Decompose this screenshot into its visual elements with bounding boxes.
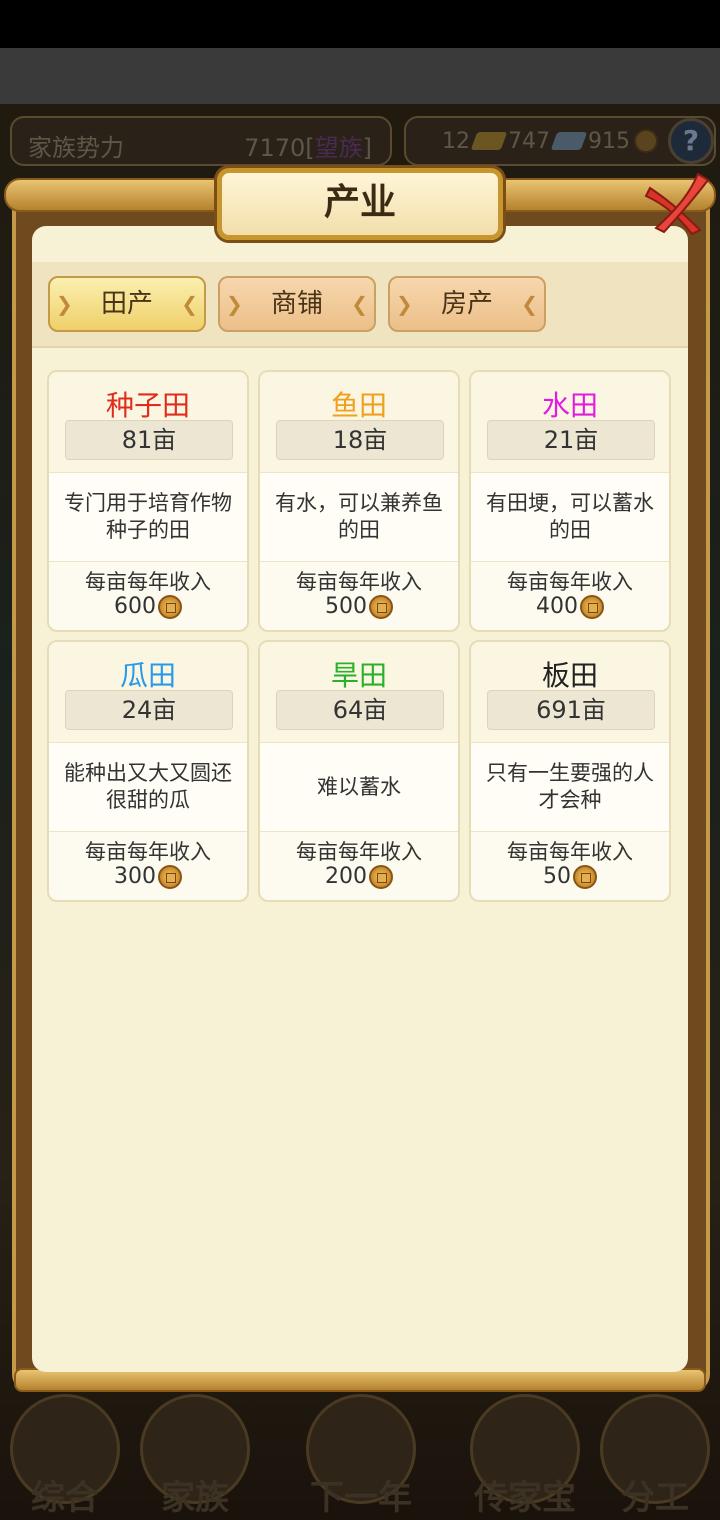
coin-icon bbox=[158, 594, 182, 619]
income-value: 500 bbox=[325, 594, 367, 619]
income-label: 每亩每年收入 bbox=[296, 840, 422, 864]
nav-label: 下一年 bbox=[310, 1478, 412, 1518]
bottom-nav: 综合 家族 下一年 传家宝 分工 bbox=[0, 1390, 720, 1520]
chevron-left-icon: ❯ bbox=[226, 292, 243, 316]
nav-label: 分工 bbox=[621, 1478, 689, 1518]
top-band bbox=[0, 48, 720, 104]
field-card[interactable]: 种子田 81亩 专门用于培育作物种子的田 每亩每年收入 600 bbox=[47, 370, 249, 632]
nav-item-family[interactable]: 家族 bbox=[130, 1390, 260, 1520]
field-name: 旱田 bbox=[330, 659, 387, 692]
tab-farmland[interactable]: ❯ 田产 ❮ bbox=[48, 276, 206, 332]
field-area: 21亩 bbox=[487, 420, 655, 460]
income-value: 400 bbox=[536, 594, 578, 619]
resource-value-1: 12 bbox=[442, 128, 470, 154]
coin-icon bbox=[369, 864, 393, 889]
tab-shops[interactable]: ❯ 商铺 ❮ bbox=[218, 276, 376, 332]
tab-label: 田产 bbox=[100, 289, 153, 319]
nav-item-assign[interactable]: 分工 bbox=[590, 1390, 720, 1520]
close-icon bbox=[644, 172, 710, 236]
coin-icon bbox=[580, 594, 604, 619]
status-bar bbox=[0, 0, 720, 48]
income-label: 每亩每年收入 bbox=[296, 570, 422, 594]
coin-icon bbox=[573, 864, 597, 889]
coin-icon bbox=[158, 864, 182, 889]
income-value: 200 bbox=[325, 864, 367, 889]
nav-label: 综合 bbox=[31, 1478, 99, 1518]
field-name: 种子田 bbox=[105, 389, 190, 422]
modal-title: 产业 bbox=[217, 168, 503, 240]
income-row: 400 bbox=[471, 594, 669, 619]
chevron-right-icon: ❮ bbox=[521, 292, 538, 316]
help-button[interactable]: ? bbox=[668, 118, 714, 164]
nav-item-general[interactable]: 综合 bbox=[0, 1390, 130, 1520]
field-description: 专门用于培育作物种子的田 bbox=[49, 472, 247, 562]
field-card[interactable]: 瓜田 24亩 能种出又大又圆还很甜的瓜 每亩每年收入 300 bbox=[47, 640, 249, 902]
tab-label: 房产 bbox=[440, 289, 493, 319]
income-row: 500 bbox=[260, 594, 458, 619]
field-area: 64亩 bbox=[276, 690, 444, 730]
field-card[interactable]: 板田 691亩 只有一生要强的人才会种 每亩每年收入 50 bbox=[469, 640, 671, 902]
income-row: 600 bbox=[49, 594, 247, 619]
family-power-label: 家族势力 bbox=[28, 134, 124, 162]
gold-ingot-icon bbox=[470, 132, 508, 150]
income-label: 每亩每年收入 bbox=[507, 840, 633, 864]
income-label: 每亩每年收入 bbox=[85, 840, 211, 864]
nav-label: 传家宝 bbox=[474, 1478, 576, 1518]
nav-item-heirloom[interactable]: 传家宝 bbox=[460, 1390, 590, 1520]
chevron-right-icon: ❮ bbox=[351, 292, 368, 316]
income-value: 600 bbox=[114, 594, 156, 619]
chevron-right-icon: ❮ bbox=[181, 292, 198, 316]
resource-value-3: 915 bbox=[588, 128, 630, 154]
field-card[interactable]: 旱田 64亩 难以蓄水 每亩每年收入 200 bbox=[258, 640, 460, 902]
income-label: 每亩每年收入 bbox=[507, 570, 633, 594]
income-row: 50 bbox=[471, 864, 669, 889]
field-description: 有水，可以兼养鱼的田 bbox=[260, 472, 458, 562]
income-label: 每亩每年收入 bbox=[85, 570, 211, 594]
tab-property[interactable]: ❯ 房产 ❮ bbox=[388, 276, 546, 332]
field-card[interactable]: 水田 21亩 有田埂，可以蓄水的田 每亩每年收入 400 bbox=[469, 370, 671, 632]
power-number: 7170 bbox=[244, 134, 306, 162]
coin-icon bbox=[369, 594, 393, 619]
chevron-left-icon: ❯ bbox=[56, 292, 73, 316]
nav-label: 家族 bbox=[161, 1478, 229, 1518]
family-power-panel: 家族势力 7170[望族] bbox=[10, 116, 392, 166]
field-area: 691亩 bbox=[487, 690, 655, 730]
field-description: 能种出又大又圆还很甜的瓜 bbox=[49, 742, 247, 832]
field-name: 板田 bbox=[541, 659, 598, 692]
field-area: 81亩 bbox=[65, 420, 233, 460]
field-name: 瓜田 bbox=[119, 659, 176, 692]
field-card[interactable]: 鱼田 18亩 有水，可以兼养鱼的田 每亩每年收入 500 bbox=[258, 370, 460, 632]
silver-ingot-icon bbox=[550, 132, 588, 150]
close-button[interactable] bbox=[640, 168, 714, 242]
power-tier: 望族 bbox=[314, 134, 363, 162]
family-power-value: 7170[望族] bbox=[244, 134, 372, 162]
field-area: 24亩 bbox=[65, 690, 233, 730]
tab-label: 商铺 bbox=[270, 289, 323, 319]
field-name: 水田 bbox=[541, 389, 598, 422]
field-description: 只有一生要强的人才会种 bbox=[471, 742, 669, 832]
nav-item-next-year[interactable]: 下一年 bbox=[296, 1390, 426, 1520]
income-row: 200 bbox=[260, 864, 458, 889]
income-value: 50 bbox=[543, 864, 571, 889]
field-name: 鱼田 bbox=[330, 389, 387, 422]
field-description: 难以蓄水 bbox=[260, 742, 458, 832]
field-area: 18亩 bbox=[276, 420, 444, 460]
coin-icon bbox=[634, 129, 658, 153]
resource-value-2: 747 bbox=[508, 128, 550, 154]
chevron-left-icon: ❯ bbox=[396, 292, 413, 316]
income-row: 300 bbox=[49, 864, 247, 889]
field-description: 有田埂，可以蓄水的田 bbox=[471, 472, 669, 562]
income-value: 300 bbox=[114, 864, 156, 889]
